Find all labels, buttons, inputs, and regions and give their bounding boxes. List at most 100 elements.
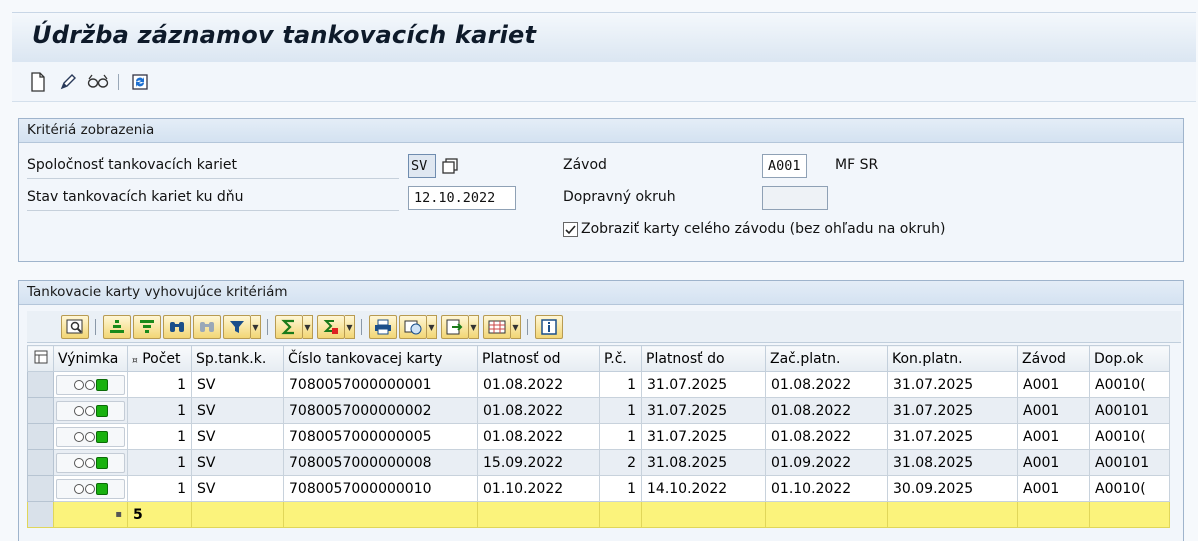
- row-selector[interactable]: [27, 397, 54, 424]
- layout-icon[interactable]: [483, 315, 511, 339]
- cell-start[interactable]: 01.08.2022: [765, 397, 888, 424]
- search-help-icon[interactable]: [441, 157, 459, 175]
- show-all-checkbox[interactable]: [563, 222, 578, 237]
- transport-field[interactable]: [762, 186, 828, 210]
- state-date-field[interactable]: 12.10.2022: [408, 186, 516, 210]
- col-header-exception[interactable]: Výnimka: [53, 345, 128, 372]
- display-icon[interactable]: [86, 70, 110, 94]
- refresh-icon[interactable]: [128, 70, 152, 94]
- cell-seq[interactable]: 1: [599, 423, 642, 450]
- cell-count[interactable]: 1: [127, 397, 192, 424]
- cell-plant[interactable]: A001: [1017, 449, 1090, 476]
- cell-seq[interactable]: 1: [599, 397, 642, 424]
- cell-company[interactable]: SV: [191, 423, 284, 450]
- cell-start[interactable]: 01.08.2022: [765, 423, 888, 450]
- cell-count[interactable]: 1: [127, 423, 192, 450]
- cell-count[interactable]: 1: [127, 475, 192, 502]
- sort-ascending-icon[interactable]: [103, 315, 131, 339]
- cell-end[interactable]: 31.07.2025: [887, 397, 1018, 424]
- cell-company[interactable]: SV: [191, 397, 284, 424]
- layout-dropdown[interactable]: ▼: [511, 315, 521, 339]
- col-header-plant[interactable]: Závod: [1017, 345, 1090, 372]
- table-row[interactable]: 1 SV 7080057000000010 01.10.2022 1 14.10.2022…: [27, 475, 1170, 502]
- cell-count[interactable]: 1: [127, 371, 192, 398]
- cell-count[interactable]: 1: [127, 449, 192, 476]
- edit-icon[interactable]: [56, 70, 80, 94]
- cell-transport[interactable]: A0010(: [1089, 423, 1170, 450]
- cell-company[interactable]: SV: [191, 449, 284, 476]
- cell-exception[interactable]: [53, 371, 128, 398]
- export-icon[interactable]: [441, 315, 469, 339]
- cell-card-number[interactable]: 7080057000000001: [283, 371, 478, 398]
- cell-start[interactable]: 01.10.2022: [765, 475, 888, 502]
- filter-dropdown[interactable]: ▼: [251, 315, 261, 339]
- col-header-transport[interactable]: Dop.ok: [1089, 345, 1170, 372]
- cell-plant[interactable]: A001: [1017, 475, 1090, 502]
- col-header-valid-to[interactable]: Platnosť do: [641, 345, 766, 372]
- company-field[interactable]: SV: [408, 154, 436, 178]
- export-dropdown[interactable]: ▼: [469, 315, 479, 339]
- table-row[interactable]: 1 SV 7080057000000005 01.08.2022 1 31.07.2025…: [27, 423, 1170, 450]
- cell-company[interactable]: SV: [191, 371, 284, 398]
- cell-end[interactable]: 30.09.2025: [887, 475, 1018, 502]
- subtotal-icon[interactable]: [317, 315, 345, 339]
- info-icon[interactable]: [535, 315, 563, 339]
- row-selector[interactable]: [27, 501, 54, 528]
- cell-valid-from[interactable]: 01.08.2022: [477, 423, 600, 450]
- cell-plant[interactable]: A001: [1017, 423, 1090, 450]
- row-selector[interactable]: [27, 423, 54, 450]
- cell-valid-to[interactable]: 31.07.2025: [641, 423, 766, 450]
- plant-field[interactable]: A001: [762, 154, 807, 178]
- sort-descending-icon[interactable]: [133, 315, 161, 339]
- layout-settings-icon[interactable]: [27, 345, 54, 372]
- cell-valid-from[interactable]: 01.08.2022: [477, 371, 600, 398]
- row-selector[interactable]: [27, 449, 54, 476]
- cell-valid-from[interactable]: 01.10.2022: [477, 475, 600, 502]
- cell-transport[interactable]: A00101: [1089, 449, 1170, 476]
- table-row[interactable]: 1 SV 7080057000000002 01.08.2022 1 31.07.2025…: [27, 397, 1170, 424]
- cell-valid-to[interactable]: 31.08.2025: [641, 449, 766, 476]
- cell-plant[interactable]: A001: [1017, 397, 1090, 424]
- details-icon[interactable]: [61, 315, 89, 339]
- cell-start[interactable]: 01.09.2022: [765, 449, 888, 476]
- cell-card-number[interactable]: 7080057000000008: [283, 449, 478, 476]
- cell-plant[interactable]: A001: [1017, 371, 1090, 398]
- cell-exception[interactable]: [53, 423, 128, 450]
- cell-exception[interactable]: [53, 475, 128, 502]
- cell-valid-to[interactable]: 31.07.2025: [641, 371, 766, 398]
- cell-start[interactable]: 01.08.2022: [765, 371, 888, 398]
- cell-seq[interactable]: 1: [599, 475, 642, 502]
- cell-valid-from[interactable]: 01.08.2022: [477, 397, 600, 424]
- cell-seq[interactable]: 1: [599, 371, 642, 398]
- row-selector[interactable]: [27, 371, 54, 398]
- table-row[interactable]: 1 SV 7080057000000001 01.08.2022 1 31.07.2025…: [27, 371, 1170, 398]
- cell-valid-to[interactable]: 31.07.2025: [641, 397, 766, 424]
- table-row[interactable]: 1 SV 7080057000000008 15.09.2022 2 31.08.2025…: [27, 449, 1170, 476]
- cell-transport[interactable]: A00101: [1089, 397, 1170, 424]
- cell-transport[interactable]: A0010(: [1089, 475, 1170, 502]
- find-icon[interactable]: [163, 315, 191, 339]
- col-header-seq[interactable]: P.č.: [599, 345, 642, 372]
- cell-card-number[interactable]: 7080057000000010: [283, 475, 478, 502]
- cell-end[interactable]: 31.07.2025: [887, 371, 1018, 398]
- views-icon[interactable]: [399, 315, 427, 339]
- views-dropdown[interactable]: ▼: [427, 315, 437, 339]
- cell-end[interactable]: 31.08.2025: [887, 449, 1018, 476]
- create-icon[interactable]: [26, 70, 50, 94]
- col-header-count[interactable]: ¤ Počet: [127, 345, 192, 372]
- cell-exception[interactable]: [53, 397, 128, 424]
- cell-end[interactable]: 31.07.2025: [887, 423, 1018, 450]
- cell-card-number[interactable]: 7080057000000002: [283, 397, 478, 424]
- cell-seq[interactable]: 2: [599, 449, 642, 476]
- col-header-valid-from[interactable]: Platnosť od: [477, 345, 600, 372]
- sum-icon[interactable]: [275, 315, 303, 339]
- find-next-icon[interactable]: [193, 315, 221, 339]
- cell-company[interactable]: SV: [191, 475, 284, 502]
- subtotal-dropdown[interactable]: ▼: [345, 315, 355, 339]
- cell-transport[interactable]: A0010(: [1089, 371, 1170, 398]
- col-header-company[interactable]: Sp.tank.k.: [191, 345, 284, 372]
- cell-card-number[interactable]: 7080057000000005: [283, 423, 478, 450]
- print-icon[interactable]: [369, 315, 397, 339]
- sum-dropdown[interactable]: ▼: [303, 315, 313, 339]
- col-header-end[interactable]: Kon.platn.: [887, 345, 1018, 372]
